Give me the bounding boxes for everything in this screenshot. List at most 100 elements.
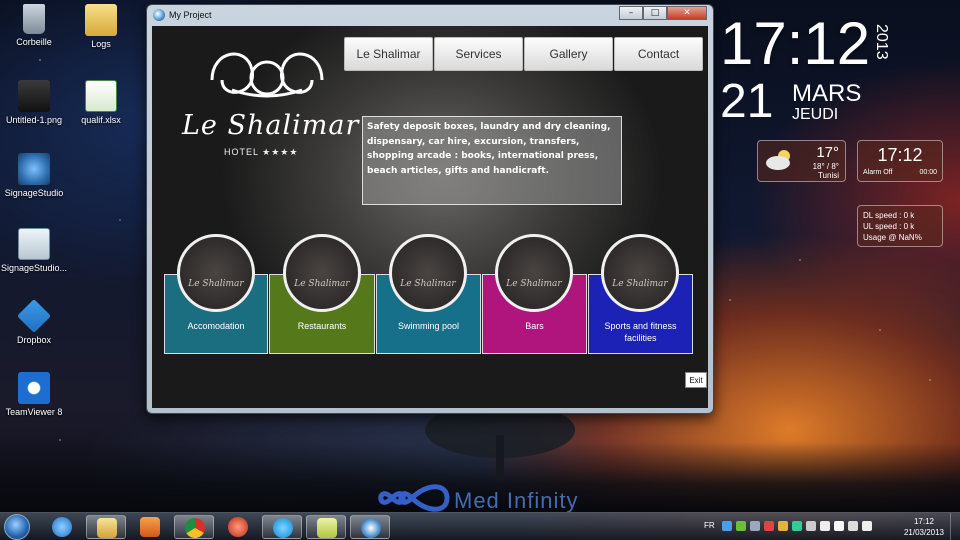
category-medal: Le Shalimar [177,234,255,312]
skype-icon [273,518,293,538]
desktop-icon-untitled[interactable]: Untitled-1.png [0,80,70,125]
clock-month: MARS [792,80,862,107]
media-player-icon [140,517,160,537]
file-explorer-icon [97,518,117,538]
desktop-icon-label: Dropbox [16,335,52,345]
category-label: Swimming pool [397,321,460,331]
taskbar-app-button[interactable] [218,515,258,539]
category-label: Bars [525,321,544,331]
alarm-time: 00:00 [919,169,937,176]
upload-speed: UL speed : 0 k [863,222,915,231]
taskbar-media-player-button[interactable] [130,515,170,539]
medal-text: Le Shalimar [294,279,350,289]
taskbar-my-project-button[interactable] [350,515,390,539]
clock-year: 2013 [873,24,890,60]
maximize-button[interactable]: □ [643,6,667,20]
network-gadget[interactable]: DL speed : 0 k UL speed : 0 k Usage @ Na… [857,205,943,247]
desktop-icon-teamviewer[interactable]: TeamViewer 8 [0,372,70,417]
taskbar-explorer-button[interactable] [86,515,126,539]
internet-explorer-icon [52,517,72,537]
category-medal: Le Shalimar [601,234,679,312]
tray-app-icon[interactable] [764,521,774,531]
category-label: Restaurants [297,321,347,331]
desktop-icon-label: SignageStudio... [0,263,68,273]
teamviewer-icon [18,372,50,404]
medal-text: Le Shalimar [612,279,668,289]
hotel-logo-ornament [210,52,324,98]
category-label: Sports and fitness facilities [604,321,677,343]
download-speed: DL speed : 0 k [863,211,915,220]
medal-text: Le Shalimar [188,279,244,289]
desktop-icon-label: SignageStudio [4,188,64,198]
taskbar-ie-button[interactable] [42,515,82,539]
taskbar-folder-button[interactable] [306,515,346,539]
recycle-bin-icon [23,4,45,34]
clock-day: 21 [720,75,774,128]
tray-app-icon[interactable] [806,521,816,531]
tray-clock[interactable]: 17:12 21/03/2013 [904,516,944,538]
desktop-icon-signagestudio[interactable]: SignageStudio [0,153,70,198]
app-window-icon [153,9,165,21]
minimize-button[interactable]: – [619,6,643,20]
watermark-text: Med Infinity [454,488,579,513]
nav-gallery-button[interactable]: Gallery [524,37,613,71]
start-button[interactable] [4,514,30,540]
nav-le-shalimar-button[interactable]: Le Shalimar [344,37,433,71]
main-nav: Le Shalimar Services Gallery Contact [344,37,703,71]
taskbar-skype-button[interactable] [262,515,302,539]
signagestudio-setup-icon [18,228,50,260]
medal-text: Le Shalimar [400,279,456,289]
app-window: My Project – □ ✕ Le Shalimar HOTEL ★★★★ … [146,4,714,414]
hotel-brand-subtitle: HOTEL ★★★★ [224,147,299,157]
chrome-icon [185,518,205,538]
tray-app-icon[interactable] [834,521,844,531]
tray-app-icon[interactable] [778,521,788,531]
alarm-status: Alarm Off [863,169,893,176]
desktop-icon-recycle-bin[interactable]: Corbeille [0,4,70,47]
taskbar: FR 17:12 21/03/2013 [0,512,960,540]
cloud-sun-icon [766,150,790,170]
folder-icon [85,4,117,36]
network-icon[interactable] [848,521,858,531]
medal-text: Le Shalimar [506,279,562,289]
weather-gadget[interactable]: 17° 18° / 8° Tunisi [757,140,846,182]
hotel-brand-name: Le Shalimar [182,110,360,141]
close-button[interactable]: ✕ [667,6,707,20]
dropbox-icon [17,299,51,333]
signagestudio-icon [18,153,50,185]
tray-app-icon[interactable] [750,521,760,531]
network-usage: Usage @ NaN% [863,233,922,242]
tray-date: 21/03/2013 [903,528,944,537]
tray-app-icon[interactable] [792,521,802,531]
tray-app-icon[interactable] [736,521,746,531]
category-medal: Le Shalimar [389,234,467,312]
category-medal: Le Shalimar [495,234,573,312]
language-indicator[interactable]: FR [704,521,715,530]
nav-services-button[interactable]: Services [434,37,523,71]
clock-weekday: JEUDI [792,106,839,123]
nav-contact-button[interactable]: Contact [614,37,703,71]
weather-temperature: 17° [816,144,839,161]
desktop-icon-logs[interactable]: Logs [65,4,137,49]
desktop-icon-label: TeamViewer 8 [5,407,63,417]
dropbox-tray-icon[interactable] [722,521,732,531]
action-center-flag-icon[interactable] [820,521,830,531]
app-icon [228,517,248,537]
app-content: Le Shalimar HOTEL ★★★★ Le Shalimar Servi… [152,26,708,408]
desktop-icon-label: Untitled-1.png [5,115,63,125]
image-file-icon [18,80,50,112]
desktop-icon-dropbox[interactable]: Dropbox [0,299,70,345]
taskbar-chrome-button[interactable] [174,515,214,539]
window-controls: – □ ✕ [619,6,707,20]
desktop-icon-qualif[interactable]: qualif.xlsx [65,80,137,125]
weather-city: Tunisi [817,171,839,180]
desktop-icon-label: Logs [91,39,111,49]
alarm-gadget[interactable]: 17:12 Alarm Off 00:00 [857,140,943,182]
volume-icon[interactable] [862,521,872,531]
show-desktop-button[interactable] [950,513,960,540]
desktop-icon-signagestudio-2[interactable]: SignageStudio... [0,228,70,273]
alarm-clock-time: 17:12 [877,145,923,165]
category-label: Accomodation [187,321,245,331]
exit-button[interactable]: Exit [685,372,707,388]
desktop-icon-label: qualif.xlsx [81,115,121,125]
